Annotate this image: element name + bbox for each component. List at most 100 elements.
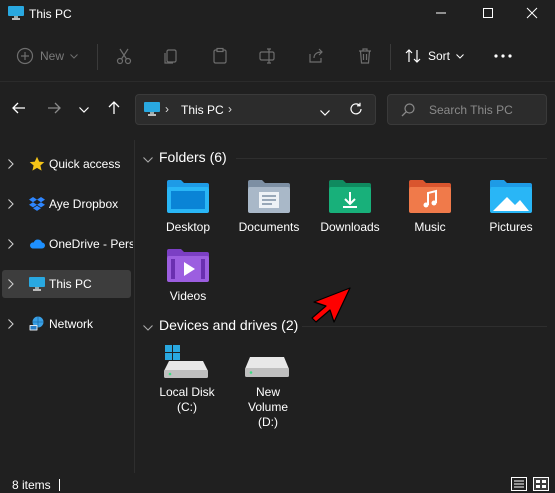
section-divider xyxy=(236,158,547,159)
rename-button[interactable] xyxy=(256,44,278,68)
sidebar-item-quick-access[interactable]: Quick access xyxy=(2,150,131,178)
drive-label-line: (D:) xyxy=(258,415,278,429)
new-button[interactable]: New xyxy=(16,44,78,68)
command-bar: New Sort xyxy=(0,30,555,82)
folder-documents[interactable]: Documents xyxy=(231,178,307,235)
chevron-right-icon[interactable] xyxy=(8,158,14,172)
up-button[interactable] xyxy=(103,96,125,122)
chevron-down-icon xyxy=(70,53,78,59)
red-arrow-icon xyxy=(310,284,354,331)
arrow-left-icon xyxy=(12,102,26,117)
status-bar: 8 items xyxy=(0,473,555,493)
folder-desktop[interactable]: Desktop xyxy=(150,178,226,235)
sort-label: Sort xyxy=(428,49,451,63)
chevron-down-icon xyxy=(456,53,464,59)
sidebar-item-label: OneDrive - Pers xyxy=(49,237,133,251)
delete-button[interactable] xyxy=(354,44,376,68)
search-input[interactable]: Search This PC xyxy=(429,103,513,117)
toolbar-separator xyxy=(97,44,98,70)
pictures-folder-icon xyxy=(473,178,549,214)
details-view-icon[interactable] xyxy=(511,477,527,493)
delete-icon xyxy=(356,47,374,65)
chevron-down-icon xyxy=(79,102,89,116)
copy-button[interactable] xyxy=(160,44,182,68)
chevron-right-icon[interactable] xyxy=(8,278,14,292)
this-pc-icon xyxy=(144,102,160,119)
folder-label: Music xyxy=(414,220,446,234)
network-icon xyxy=(29,316,45,332)
status-divider xyxy=(59,479,60,491)
chevron-right-icon[interactable] xyxy=(8,198,14,212)
tiles-view-icon[interactable] xyxy=(533,477,549,493)
documents-folder-icon xyxy=(231,178,307,214)
sidebar-item-label: Aye Dropbox xyxy=(49,197,119,211)
chevron-down-icon xyxy=(143,318,153,334)
window-title: This PC xyxy=(29,7,72,21)
sidebar-item-onedrive[interactable]: OneDrive - Pers xyxy=(2,230,133,258)
folders-header-label: Folders (6) xyxy=(159,149,227,165)
drive-label: Local Disk (C:) xyxy=(149,385,225,415)
chevron-down-icon xyxy=(143,150,153,166)
folder-music[interactable]: Music xyxy=(392,178,468,235)
maximize-button[interactable] xyxy=(465,0,511,28)
recent-locations-button[interactable] xyxy=(73,96,95,122)
close-button[interactable] xyxy=(509,0,555,28)
breadcrumb-this-pc[interactable]: This PC xyxy=(181,103,224,117)
paste-icon xyxy=(211,47,229,65)
cloud-icon xyxy=(29,236,45,252)
minimize-button[interactable] xyxy=(418,0,464,28)
sidebar-item-label: Quick access xyxy=(49,157,121,171)
drive-d[interactable]: New Volume (D:) xyxy=(230,343,306,430)
sort-icon xyxy=(404,47,422,65)
more-icon xyxy=(494,54,512,58)
refresh-icon[interactable] xyxy=(349,102,363,119)
sidebar-item-network[interactable]: Network xyxy=(2,310,131,338)
breadcrumb-separator[interactable]: › xyxy=(228,102,232,116)
navigation-pane: Quick access Aye Dropbox OneDrive - Pers… xyxy=(0,140,135,473)
forward-button[interactable] xyxy=(43,96,65,122)
this-pc-icon xyxy=(8,6,24,20)
drives-header-label: Devices and drives (2) xyxy=(159,317,299,333)
sidebar-item-label: Network xyxy=(49,317,94,331)
chevron-right-icon[interactable] xyxy=(8,318,14,332)
folder-downloads[interactable]: Downloads xyxy=(312,178,388,235)
downloads-folder-icon xyxy=(312,178,388,214)
arrow-up-icon xyxy=(108,100,120,118)
folder-label: Videos xyxy=(169,289,207,303)
drive-label-line: Local Disk xyxy=(159,385,215,399)
search-box[interactable]: Search This PC xyxy=(387,94,547,125)
folder-videos[interactable]: Videos xyxy=(150,247,226,304)
drive-c[interactable]: Local Disk (C:) xyxy=(149,343,225,415)
drive-label-line: Volume xyxy=(247,400,289,414)
chevron-right-icon[interactable] xyxy=(8,238,14,252)
paste-button[interactable] xyxy=(209,44,231,68)
sidebar-item-label: This PC xyxy=(49,277,92,291)
arrow-right-icon xyxy=(47,102,61,117)
cut-button[interactable] xyxy=(113,44,135,68)
drives-section-header[interactable]: Devices and drives (2) xyxy=(143,317,298,334)
address-bar[interactable]: › This PC › xyxy=(135,94,376,125)
search-icon xyxy=(401,103,415,120)
drive-icon xyxy=(230,343,306,379)
cut-icon xyxy=(115,47,133,65)
sidebar-item-this-pc[interactable]: This PC xyxy=(2,270,131,298)
new-label: New xyxy=(40,49,65,63)
back-button[interactable] xyxy=(8,96,30,122)
more-options-button[interactable] xyxy=(492,44,514,68)
folders-section-header[interactable]: Folders (6) xyxy=(143,149,227,166)
sidebar-item-dropbox[interactable]: Aye Dropbox xyxy=(2,190,131,218)
folder-label: Desktop xyxy=(165,220,211,234)
folder-pictures[interactable]: Pictures xyxy=(473,178,549,235)
folder-label: Downloads xyxy=(320,220,380,234)
drive-label-line: New xyxy=(255,385,280,399)
copy-icon xyxy=(162,47,180,65)
share-button[interactable] xyxy=(305,44,327,68)
sort-button[interactable]: Sort xyxy=(404,44,464,68)
share-icon xyxy=(307,47,325,65)
plus-circle-icon xyxy=(16,47,34,65)
address-dropdown-icon[interactable] xyxy=(320,105,330,119)
close-icon xyxy=(526,7,538,22)
desktop-folder-icon xyxy=(150,178,226,214)
toolbar-separator xyxy=(390,44,391,70)
star-icon xyxy=(29,156,45,172)
